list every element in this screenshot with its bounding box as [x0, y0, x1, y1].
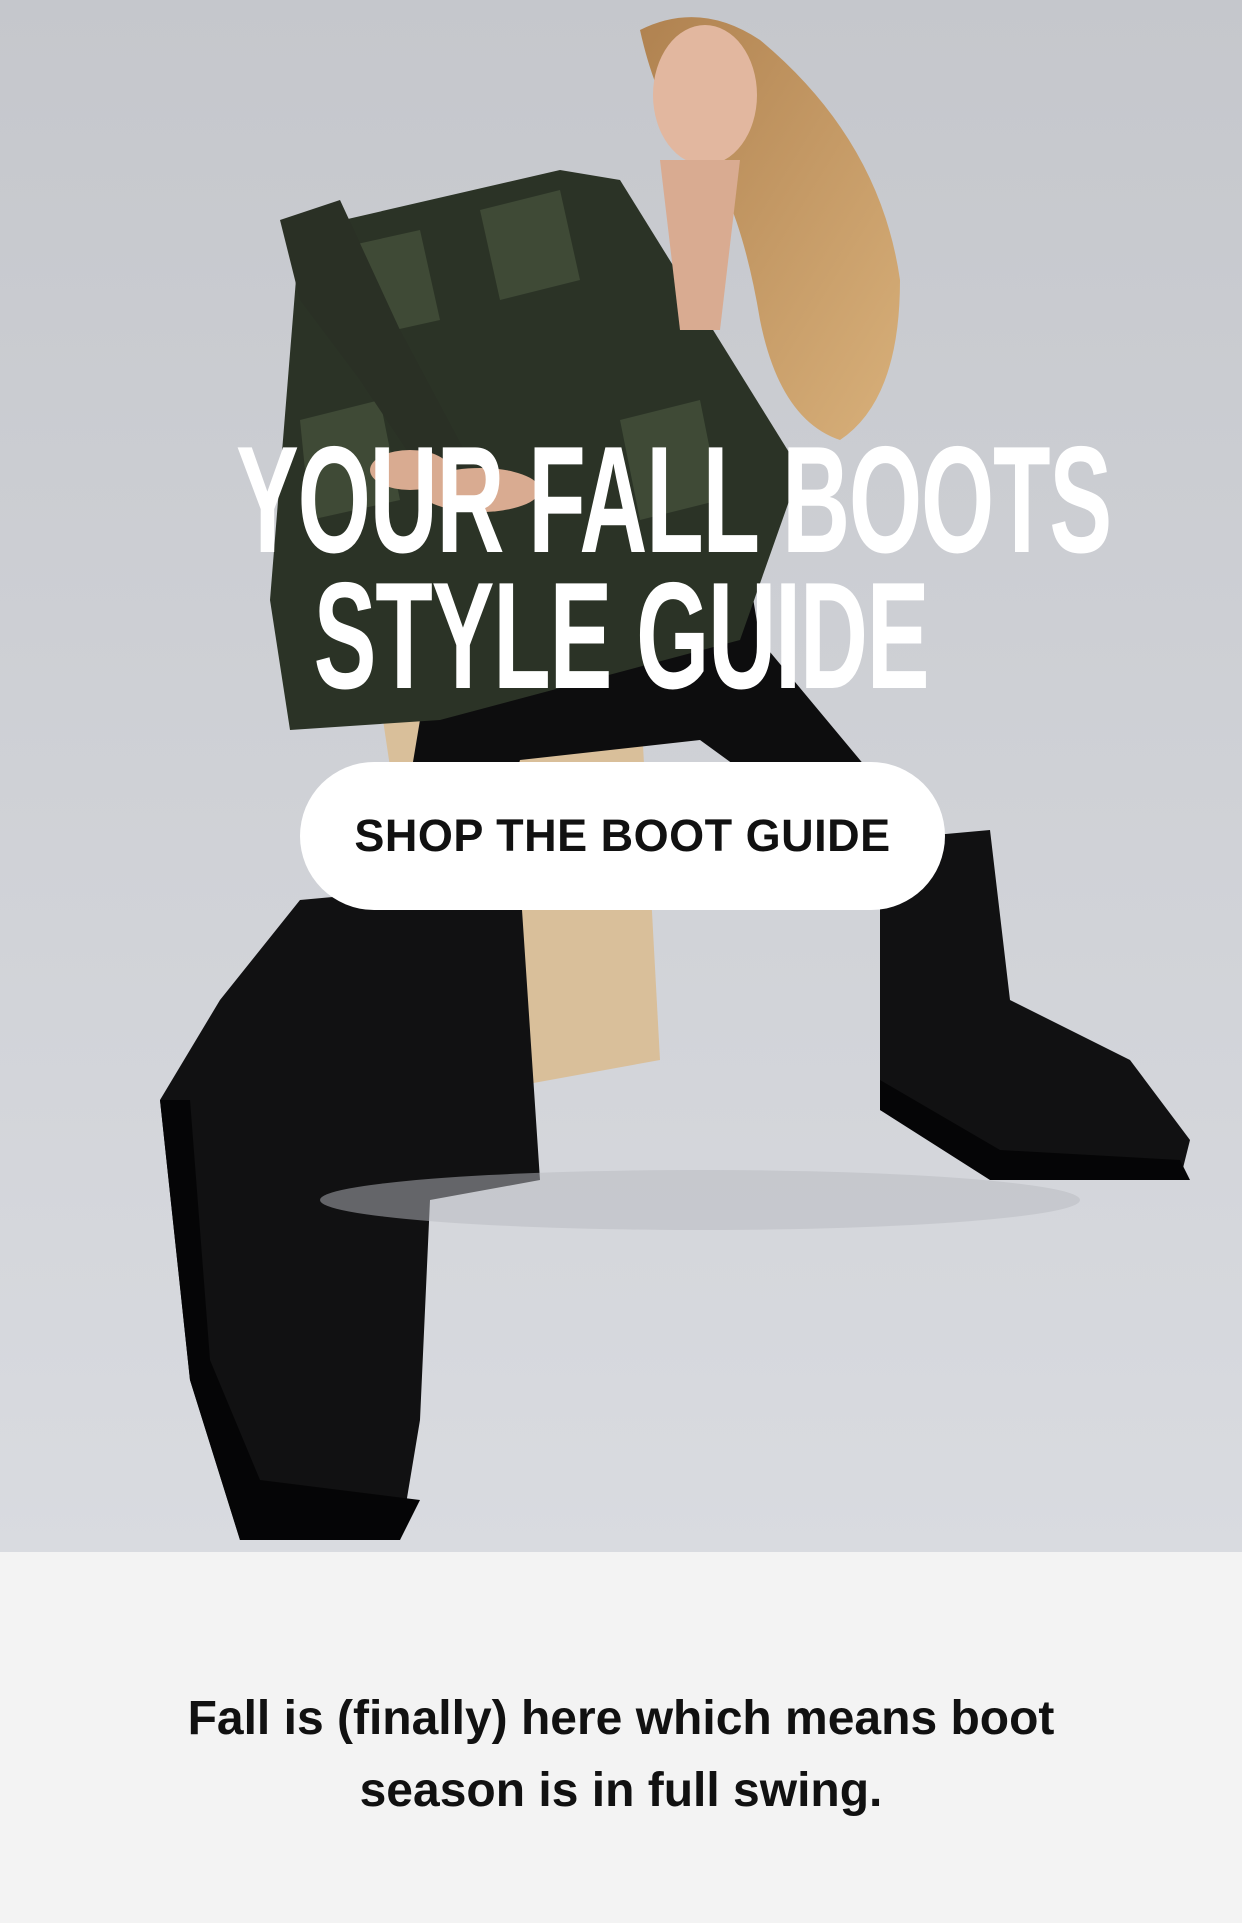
headline-line-2: STYLE GUIDE [313, 551, 930, 721]
intro-section: Fall is (finally) here which means boot … [0, 1552, 1242, 1923]
hero-banner[interactable]: YOUR FALL BOOTS STYLE GUIDE SHOP THE BOO… [0, 0, 1242, 1552]
intro-text: Fall is (finally) here which means boot … [187, 1692, 1055, 1817]
hero-headline: YOUR FALL BOOTS STYLE GUIDE [0, 415, 1242, 721]
model-face [653, 25, 757, 165]
headline-line-1: YOUR FALL BOOTS [235, 415, 1112, 585]
shop-boot-guide-button[interactable]: SHOP THE BOOT GUIDE [300, 762, 945, 910]
